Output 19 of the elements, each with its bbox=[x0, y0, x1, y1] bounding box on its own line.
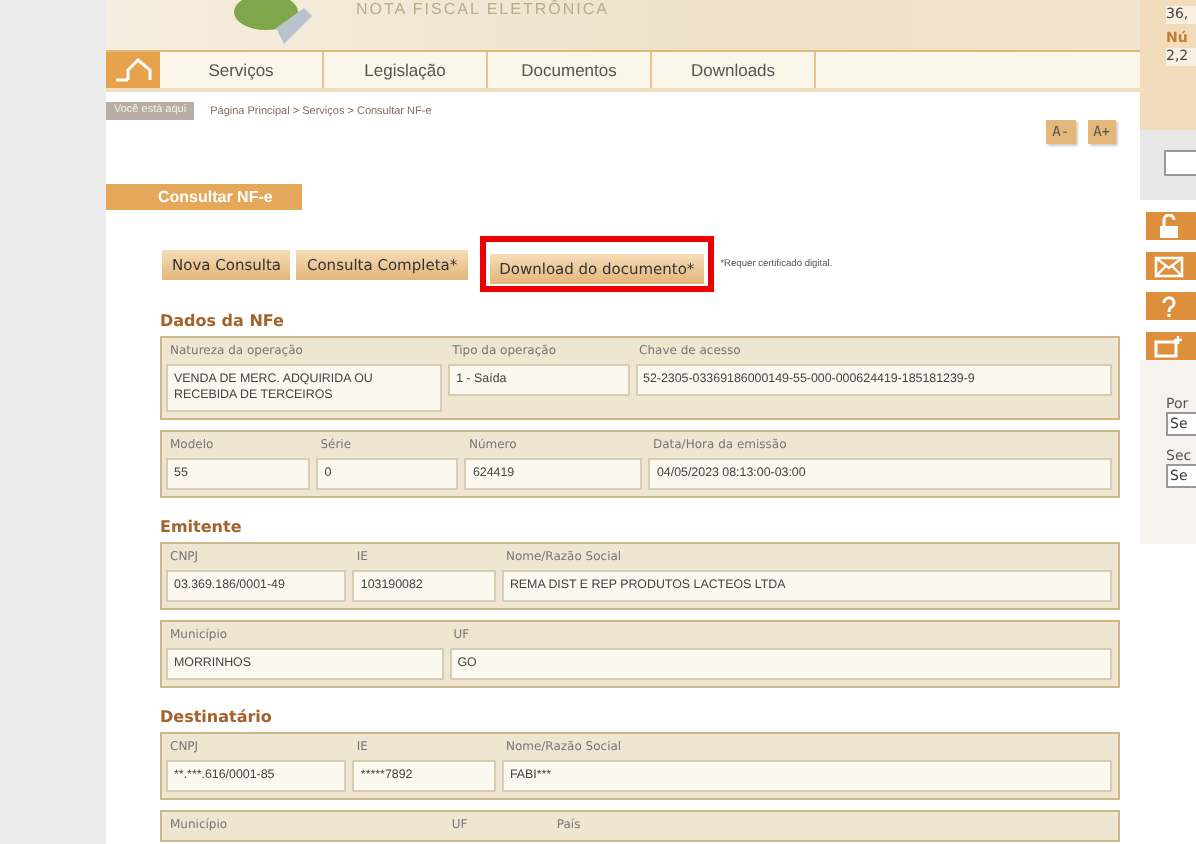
site-title: NOTA FISCAL ELETRÔNICA bbox=[356, 0, 609, 18]
nav-tab[interactable]: Legislação bbox=[324, 52, 488, 88]
nav-tab[interactable]: Downloads bbox=[652, 52, 816, 88]
home-icon bbox=[113, 58, 153, 82]
page-title: Consultar NF-e bbox=[106, 184, 302, 210]
section-title: Emitente bbox=[160, 518, 244, 536]
sidebar-tool-button[interactable] bbox=[1146, 332, 1196, 360]
sidebar-tool-button[interactable] bbox=[1146, 292, 1196, 320]
input-field[interactable] bbox=[1164, 150, 1196, 176]
lock-icon bbox=[1154, 214, 1184, 238]
envelope-icon bbox=[1154, 254, 1184, 278]
home-button[interactable] bbox=[106, 52, 160, 88]
window-plus-icon bbox=[1154, 334, 1184, 358]
section-title: Destinatário bbox=[160, 708, 274, 726]
sidebar-tool-button[interactable] bbox=[1146, 212, 1196, 240]
nav-tab[interactable]: Serviços bbox=[160, 52, 324, 88]
section-title: Dados da NFe bbox=[160, 312, 286, 330]
nav-tab[interactable]: Documentos bbox=[488, 52, 652, 88]
sidebar-tool-button[interactable] bbox=[1146, 252, 1196, 280]
